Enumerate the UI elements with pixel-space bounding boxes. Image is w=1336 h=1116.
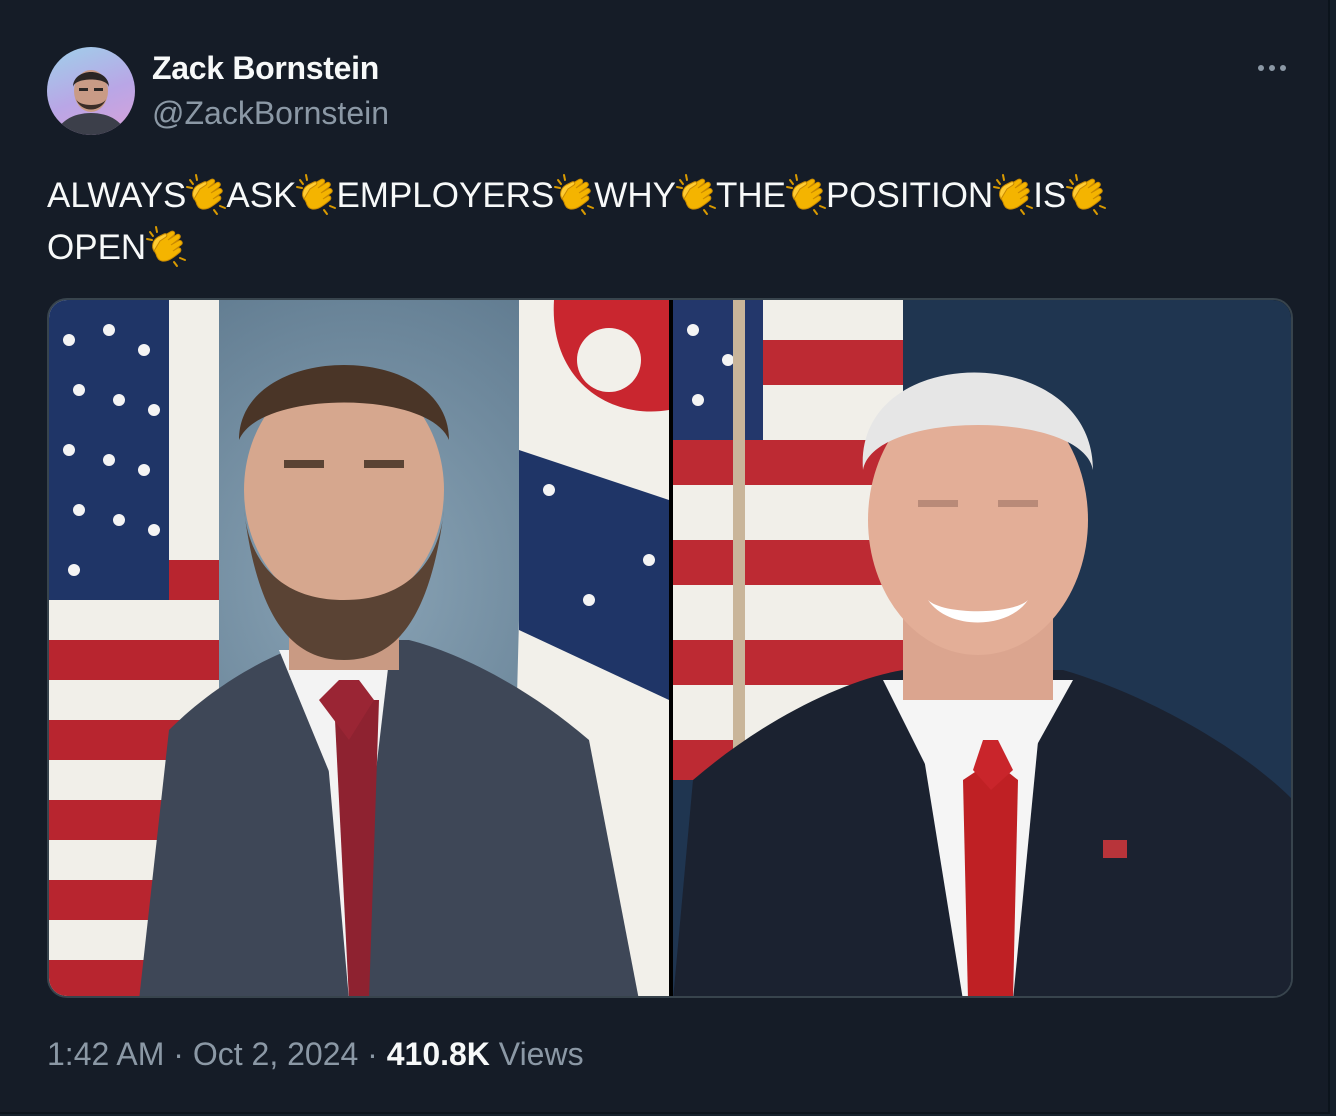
clapping-hands-icon: [294, 172, 338, 216]
views-count: 410.8K: [386, 1036, 490, 1072]
author-display-name[interactable]: Zack Bornstein: [152, 50, 379, 87]
tweet-word: OPEN: [47, 228, 147, 267]
more-options-button[interactable]: [1250, 50, 1294, 86]
photo-left-portrait[interactable]: [49, 300, 669, 996]
portrait-image-right: [673, 300, 1291, 996]
tweet-meta: 1:42 AM · Oct 2, 2024 · 410.8K Views: [47, 1036, 584, 1073]
clapping-hands-icon: [184, 172, 228, 216]
tweet-time[interactable]: 1:42 AM: [47, 1036, 164, 1072]
portrait-image-left: [49, 300, 669, 996]
clapping-hands-icon: [1064, 172, 1108, 216]
meta-separator: ·: [358, 1036, 387, 1072]
views-label: Views: [489, 1036, 584, 1072]
tweet-word: ALWAYS: [47, 176, 187, 215]
tweet-word: EMPLOYERS: [336, 176, 555, 215]
meta-separator: ·: [164, 1036, 193, 1072]
clapping-hands-icon: [991, 172, 1035, 216]
tweet-card: Zack Bornstein @ZackBornstein ALWAYS ASK E…: [0, 0, 1330, 1114]
clapping-hands-icon: [144, 224, 188, 268]
tweet-word: THE: [715, 176, 786, 215]
tweet-word: WHY: [594, 176, 676, 215]
clapping-hands-icon: [552, 172, 596, 216]
tweet-media[interactable]: [47, 298, 1293, 998]
tweet-word: POSITION: [825, 176, 994, 215]
tweet-date[interactable]: Oct 2, 2024: [193, 1036, 358, 1072]
ellipsis-icon: [1258, 65, 1286, 71]
tweet-word: IS: [1033, 176, 1067, 215]
tweet-text: ALWAYS ASK EMPLOYERS WHY THE POSITION IS OPEN: [47, 170, 1287, 274]
author-handle[interactable]: @ZackBornstein: [152, 95, 389, 132]
avatar-portrait-icon: [57, 70, 125, 135]
clapping-hands-icon: [674, 172, 718, 216]
tweet-word: ASK: [226, 176, 297, 215]
photo-right-portrait[interactable]: [673, 300, 1291, 996]
author-avatar[interactable]: [47, 47, 135, 135]
clapping-hands-icon: [784, 172, 828, 216]
